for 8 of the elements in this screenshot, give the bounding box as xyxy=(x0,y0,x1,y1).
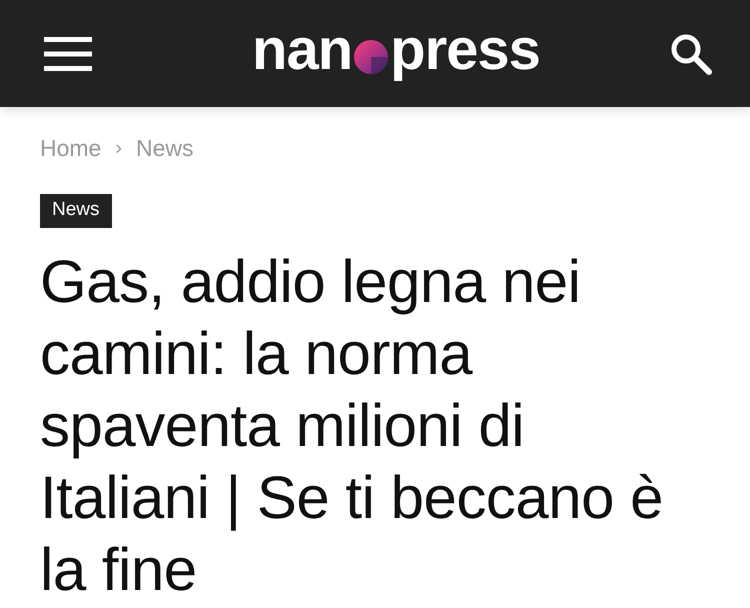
article-title: Gas, addio legna nei camini: la norma spaventa milioni di Italiani | Se ti beccano è la fine xyxy=(40,247,664,605)
logo-text[interactable]: press xyxy=(390,20,540,86)
search-icon[interactable] xyxy=(670,32,712,74)
menu-icon[interactable] xyxy=(44,36,92,70)
logo-text[interactable]: nan xyxy=(252,20,352,86)
breadcrumb-separator: › xyxy=(115,137,122,160)
category-tag[interactable]: News xyxy=(40,194,112,228)
logo-circle-icon xyxy=(354,40,388,74)
